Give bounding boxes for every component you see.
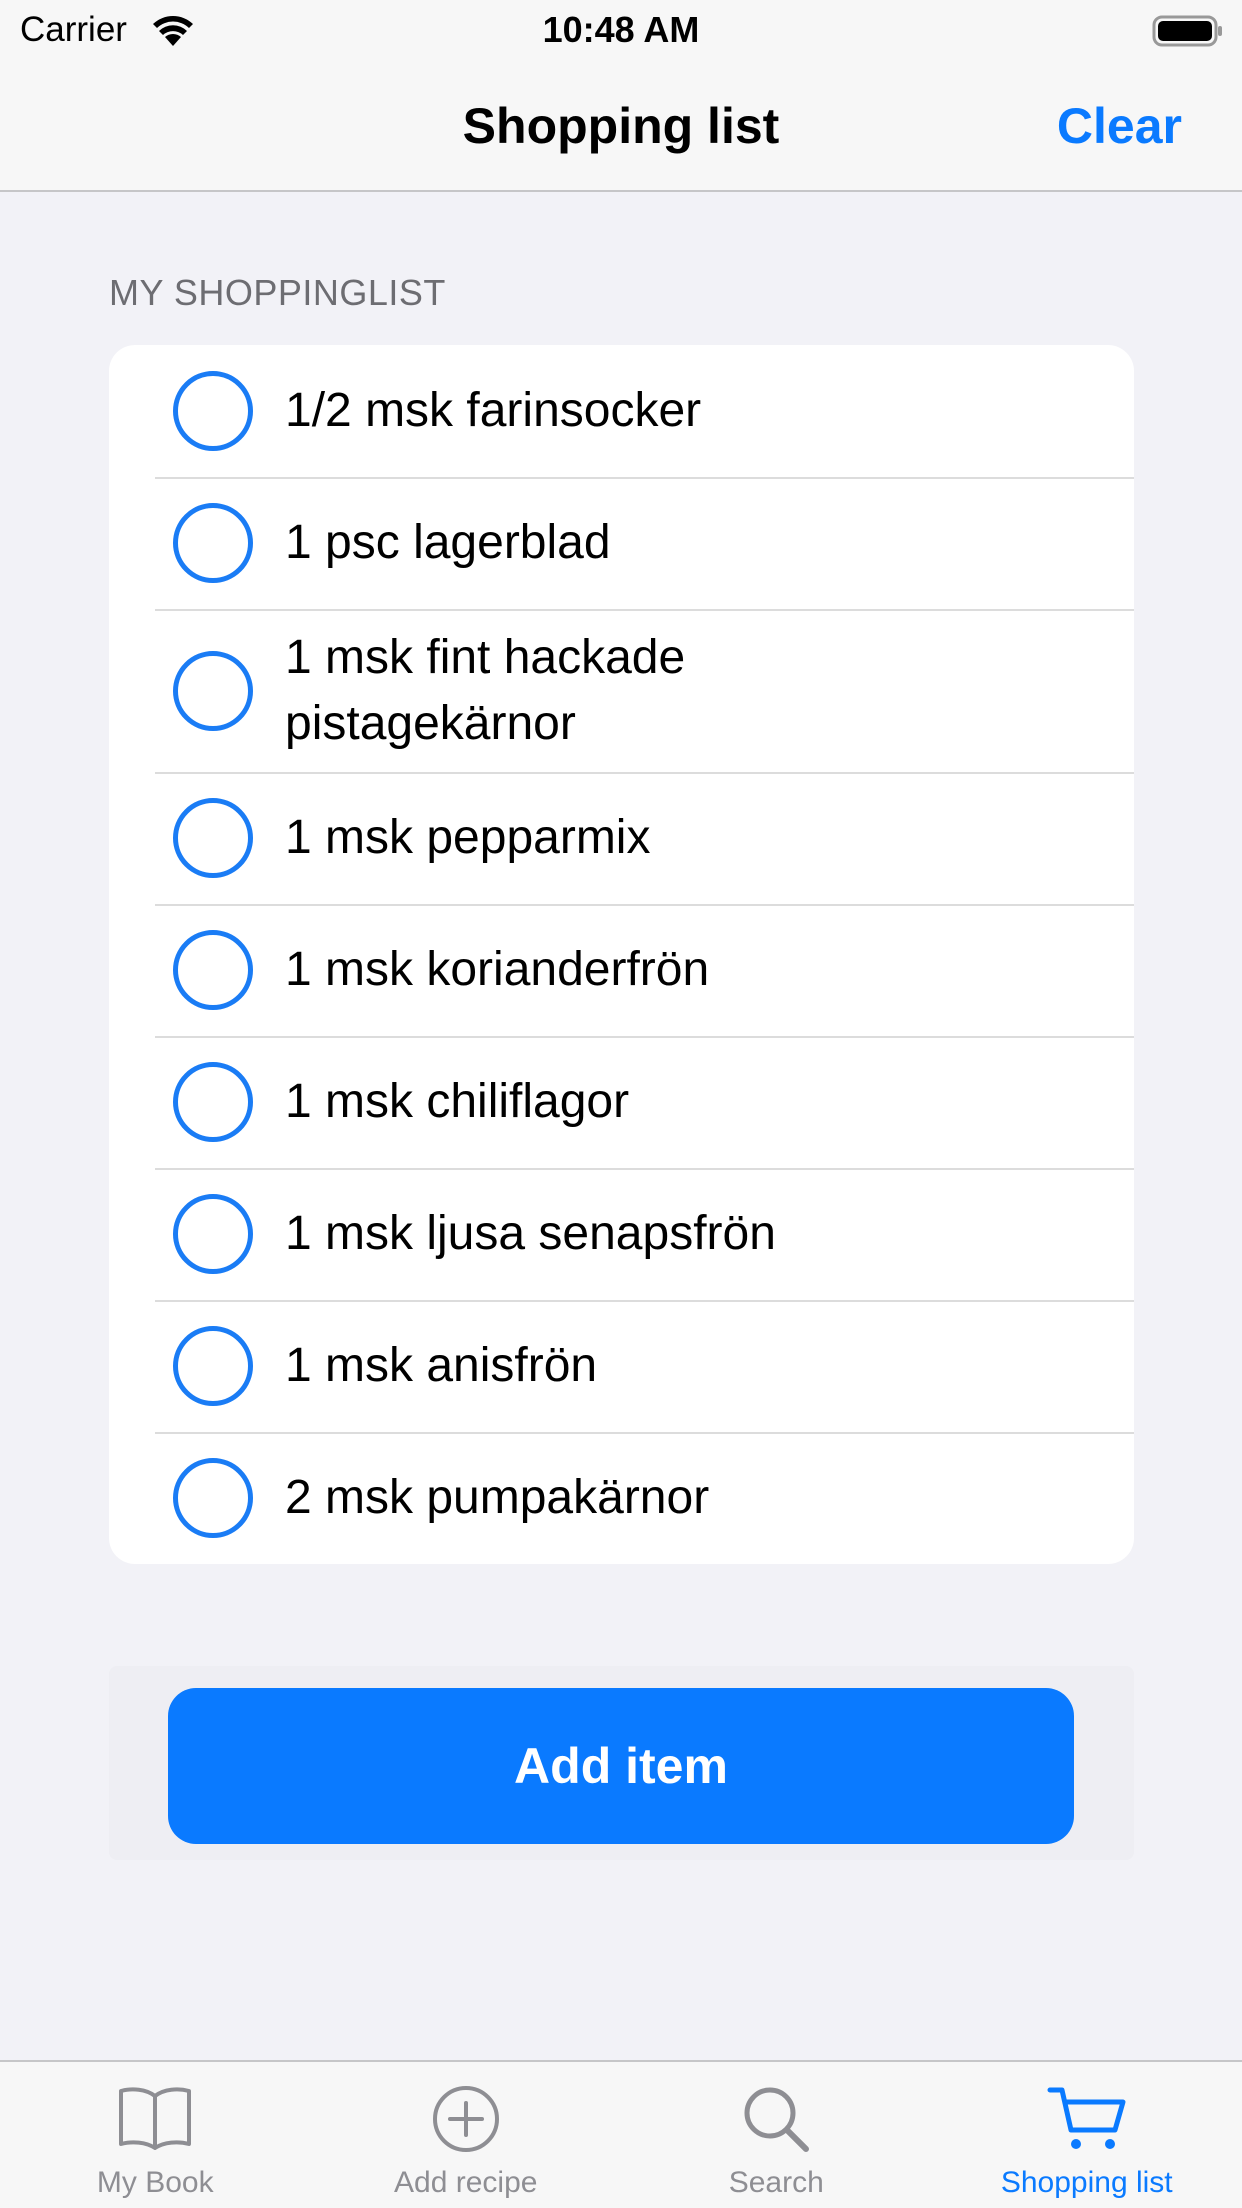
- checkbox-circle-icon[interactable]: [173, 798, 253, 878]
- item-label: 1 msk chiliflagor: [285, 1075, 630, 1128]
- item-label: 2 msk pumpakärnor: [285, 1471, 710, 1524]
- tab-label: My Book: [96, 2166, 214, 2199]
- checkbox-circle-icon[interactable]: [173, 1326, 253, 1406]
- add-item-section: Add item: [109, 1666, 1134, 1860]
- cart-icon: [1047, 2087, 1126, 2149]
- tab-my-book[interactable]: My Book: [0, 2062, 311, 2208]
- list-item[interactable]: 1 msk pepparmix: [109, 772, 1134, 904]
- status-bar: Carrier 10:48 AM: [0, 0, 1242, 64]
- list-item[interactable]: 2 msk pumpakärnor: [109, 1432, 1134, 1564]
- item-label: 1 psc lagerblad: [285, 516, 611, 569]
- checkbox-circle-icon[interactable]: [173, 930, 253, 1010]
- item-label: 1 msk korianderfrön: [285, 943, 710, 996]
- add-item-button[interactable]: Add item: [168, 1688, 1074, 1844]
- item-label: 1 msk fint hackade pistagekärnor: [285, 630, 686, 750]
- tab-label: Shopping list: [1000, 2166, 1173, 2199]
- navigation-bar: Shopping list Clear: [0, 64, 1242, 192]
- search-icon: [744, 2087, 810, 2152]
- book-icon: [119, 2087, 192, 2150]
- checkbox-circle-icon[interactable]: [173, 503, 253, 583]
- checkbox-circle-icon[interactable]: [173, 1062, 253, 1142]
- clock: 10:48 AM: [542, 9, 700, 50]
- tab-add-recipe[interactable]: Add recipe: [311, 2062, 622, 2208]
- shopping-list: 1/2 msk farinsocker 1 psc lagerblad 1 ms…: [109, 345, 1134, 1564]
- battery-icon: [1152, 15, 1222, 47]
- clear-button[interactable]: Clear: [1057, 97, 1182, 155]
- item-label: 1/2 msk farinsocker: [285, 384, 702, 437]
- section-header: MY SHOPPINGLIST: [109, 272, 446, 313]
- tab-label: Search: [728, 2166, 824, 2199]
- checkbox-circle-icon[interactable]: [173, 1458, 253, 1538]
- item-label: 1 msk pepparmix: [285, 811, 651, 864]
- checkbox-circle-icon[interactable]: [173, 1194, 253, 1274]
- tab-search[interactable]: Search: [621, 2062, 932, 2208]
- list-item[interactable]: 1 msk korianderfrön: [109, 904, 1134, 1036]
- plus-circle-icon: [432, 2086, 499, 2152]
- item-label: 1 msk ljusa senapsfrön: [285, 1207, 776, 1260]
- checkbox-circle-icon[interactable]: [173, 650, 253, 731]
- item-label: 1 msk anisfrön: [285, 1339, 598, 1392]
- tab-bar: My Book Add recipe Search Shopping list: [0, 2060, 1242, 2208]
- checkbox-circle-icon[interactable]: [173, 371, 253, 451]
- list-item[interactable]: 1 msk chiliflagor: [109, 1036, 1134, 1168]
- list-item[interactable]: 1/2 msk farinsocker: [109, 345, 1134, 477]
- list-item[interactable]: 1 msk ljusa senapsfrön: [109, 1168, 1134, 1300]
- page-title: Shopping list: [462, 98, 780, 154]
- tab-shopping-list[interactable]: Shopping list: [932, 2062, 1242, 2208]
- list-item[interactable]: 1 psc lagerblad: [109, 477, 1134, 609]
- list-item[interactable]: 1 msk anisfrön: [109, 1300, 1134, 1432]
- list-item[interactable]: 1 msk fint hackade pistagekärnor: [109, 609, 1134, 772]
- tab-label: Add recipe: [394, 2166, 538, 2199]
